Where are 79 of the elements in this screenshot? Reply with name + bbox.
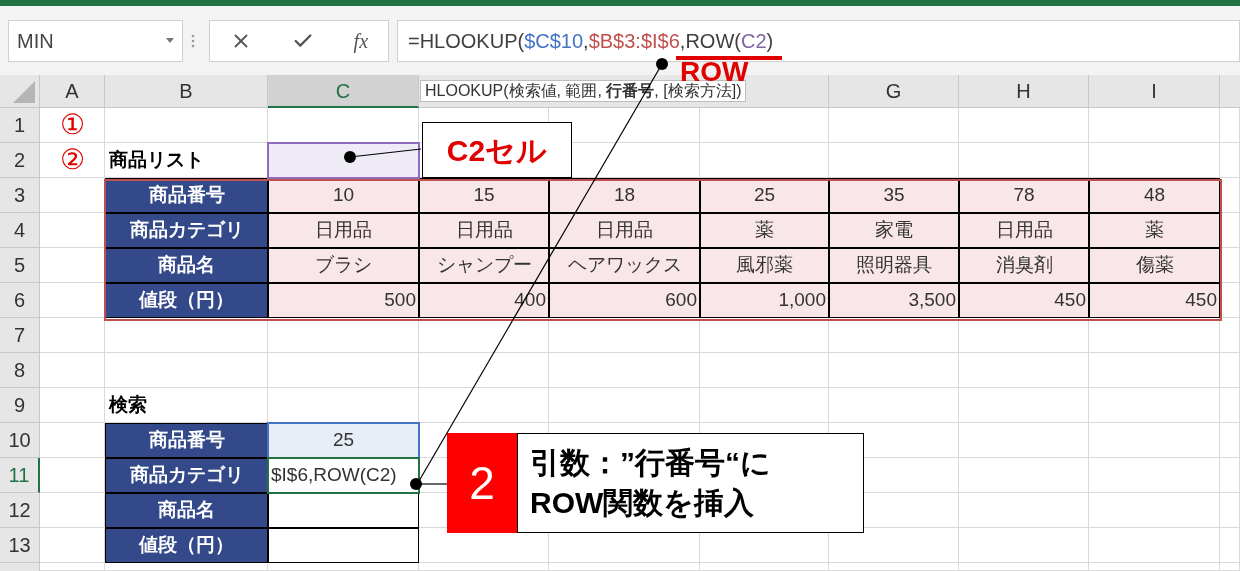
column-header[interactable]: G [829, 75, 959, 108]
formula-field[interactable]: =HLOOKUP($C$10,$B$3:$I$6,ROW(C2) [397, 19, 1240, 62]
empty-cell [1220, 493, 1240, 528]
header-cell: 商品名 [105, 248, 268, 283]
table-cell: 450 [1089, 283, 1220, 318]
empty-cell [1220, 353, 1240, 388]
input-field[interactable]: $I$6,ROW(C2) [268, 458, 419, 493]
row-header[interactable]: 2 [0, 143, 40, 178]
table-cell: 78 [959, 178, 1089, 213]
empty-cell [1220, 143, 1240, 178]
row-header[interactable]: 10 [0, 423, 40, 458]
header-cell: 商品カテゴリ [105, 213, 268, 248]
column-header[interactable]: B [105, 75, 268, 108]
empty-cell [1220, 248, 1240, 283]
table-cell: ヘアワックス [549, 248, 700, 283]
row-header[interactable]: 6 [0, 283, 40, 318]
column-header[interactable]: C [268, 75, 419, 108]
header-background [1220, 75, 1240, 108]
row-header[interactable]: 8 [0, 353, 40, 388]
header-cell: 値段（円） [105, 283, 268, 318]
table-cell: 日用品 [268, 213, 419, 248]
column-header[interactable]: A [40, 75, 105, 108]
row-header[interactable]: 11 [0, 458, 40, 493]
empty-cell [1220, 528, 1240, 563]
row-header[interactable]: 13 [0, 528, 40, 563]
table-cell: 25 [700, 178, 829, 213]
table-cell: 日用品 [959, 213, 1089, 248]
column-header[interactable]: I [1089, 75, 1220, 108]
row-header[interactable]: 9 [0, 388, 40, 423]
table-cell: 35 [829, 178, 959, 213]
table-cell: 25 [268, 423, 419, 458]
table-cell: ブラシ [268, 248, 419, 283]
empty-cell [1220, 423, 1240, 458]
table-cell: 500 [268, 283, 419, 318]
row-header[interactable]: 5 [0, 248, 40, 283]
empty-cell [1220, 283, 1240, 318]
table-cell: 日用品 [419, 213, 549, 248]
row-header[interactable]: 3 [0, 178, 40, 213]
table-cell: 1,000 [700, 283, 829, 318]
table-cell: 450 [959, 283, 1089, 318]
empty-cell [1220, 178, 1240, 213]
drag-handle-icon [191, 33, 195, 48]
table-cell: 18 [549, 178, 700, 213]
header-cell: 商品番号 [105, 178, 268, 213]
empty-cell [1220, 388, 1240, 423]
table-cell: 薬 [700, 213, 829, 248]
table-cell: シャンプー [419, 248, 549, 283]
step-description: 引数：”行番号“に ROW関数を挿入 [517, 433, 864, 533]
column-header[interactable]: H [959, 75, 1089, 108]
step-number: 2 [447, 433, 517, 533]
header-cell: 商品番号 [105, 423, 268, 458]
function-button[interactable]: fx [353, 25, 369, 56]
table-cell: 600 [549, 283, 700, 318]
table-cell: 日用品 [549, 213, 700, 248]
header-cell: 商品カテゴリ [105, 458, 268, 493]
row-header[interactable]: 7 [0, 318, 40, 353]
table-cell: 48 [1089, 178, 1220, 213]
table-cell: 傷薬 [1089, 248, 1220, 283]
empty-cell [1220, 213, 1240, 248]
callout-label: C2セル [422, 122, 572, 178]
caret-icon [166, 38, 174, 43]
empty-cell [1220, 318, 1240, 353]
name-box[interactable]: MIN [8, 19, 183, 62]
header-cell: 商品名 [105, 493, 268, 528]
circled-number: ① [40, 108, 105, 143]
circled-number: ② [40, 143, 105, 178]
row-header[interactable]: 1 [0, 108, 40, 143]
row-header[interactable]: 4 [0, 213, 40, 248]
table-cell: 家電 [829, 213, 959, 248]
table-cell: 15 [419, 178, 549, 213]
empty-cell [1220, 458, 1240, 493]
table-cell: 3,500 [829, 283, 959, 318]
row-header[interactable]: 12 [0, 493, 40, 528]
table-cell: 薬 [1089, 213, 1220, 248]
header-cell: 値段（円） [105, 528, 268, 563]
table-cell: 消臭剤 [959, 248, 1089, 283]
header-background [0, 563, 40, 571]
table-cell: 照明器具 [829, 248, 959, 283]
table-cell: 風邪薬 [700, 248, 829, 283]
